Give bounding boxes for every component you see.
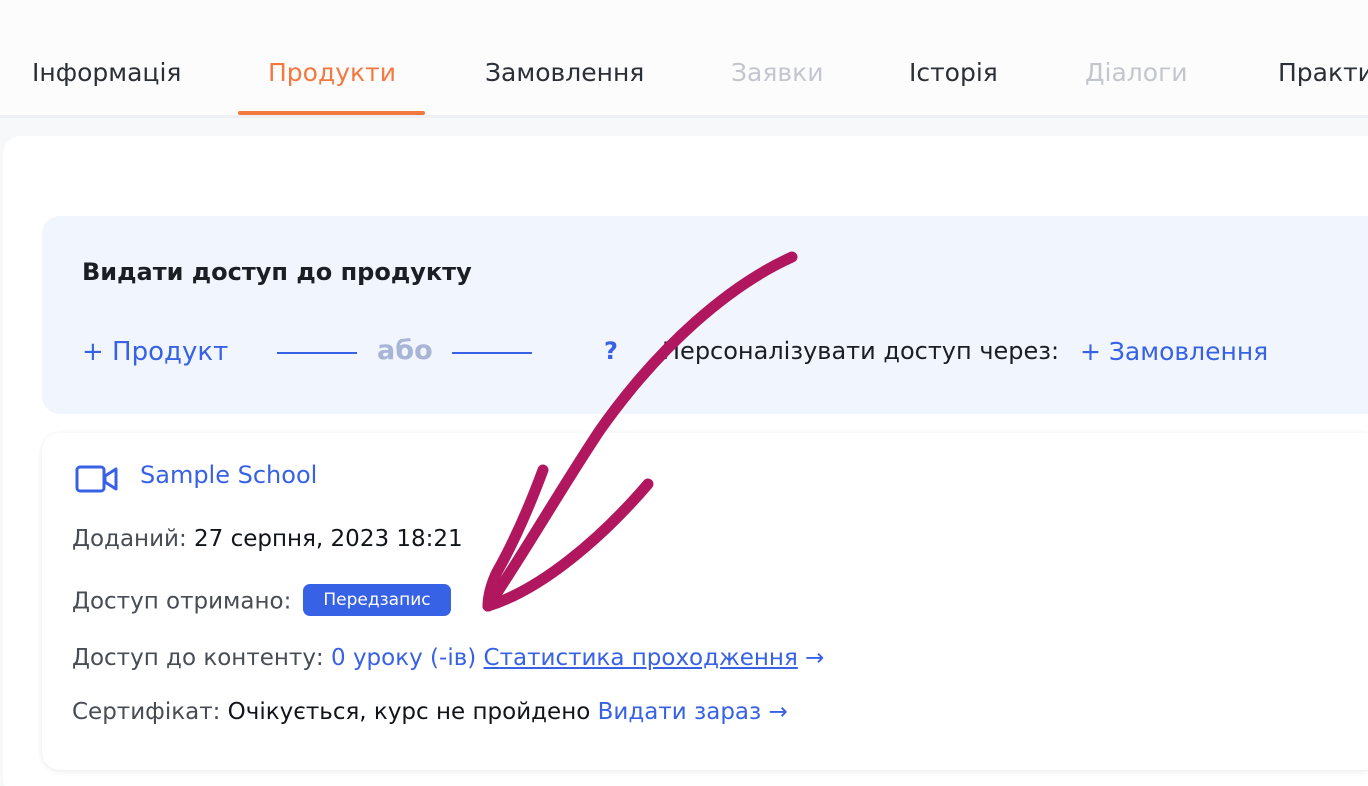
- grant-access-title: Видати доступ до продукту: [82, 258, 472, 286]
- access-row: Доступ отримано: Передзапис: [72, 584, 451, 618]
- tab-dialogs[interactable]: Діалоги: [1085, 56, 1187, 90]
- stats-arrow-icon[interactable]: →: [805, 645, 824, 671]
- help-icon[interactable]: ?: [604, 337, 618, 365]
- tab-info[interactable]: Інформація: [32, 56, 181, 90]
- added-row: Доданий: 27 серпня, 2023 18:21: [72, 526, 463, 552]
- active-tab-indicator: [238, 111, 425, 115]
- issue-certificate-link[interactable]: Видати зараз: [598, 699, 762, 725]
- certificate-label: Сертифікат:: [72, 699, 221, 725]
- or-divider-text: або: [377, 335, 433, 366]
- or-divider-left: [277, 352, 357, 354]
- tab-requests[interactable]: Заявки: [731, 56, 823, 90]
- tab-bar: Інформація Продукти Замовлення Заявки Іс…: [0, 0, 1368, 118]
- stats-link[interactable]: Статистика проходження: [484, 645, 798, 671]
- tab-orders[interactable]: Замовлення: [485, 56, 644, 90]
- grant-access-panel: [42, 216, 1368, 414]
- content-lessons-link[interactable]: 0 уроку (-ів): [331, 645, 476, 671]
- added-value: 27 серпня, 2023 18:21: [194, 526, 463, 552]
- issue-certificate-arrow-icon[interactable]: →: [769, 699, 788, 725]
- personalize-access-label: Персоналізувати доступ через:: [662, 337, 1060, 365]
- tab-products[interactable]: Продукти: [268, 56, 396, 90]
- or-divider-right: [452, 352, 532, 354]
- tab-history[interactable]: Історія: [909, 56, 998, 90]
- access-status-badge: Передзапис: [303, 584, 451, 616]
- add-order-link[interactable]: + Замовлення: [1080, 337, 1268, 366]
- add-product-link[interactable]: + Продукт: [82, 337, 228, 367]
- content-row: Доступ до контенту: 0 уроку (-ів) Статис…: [72, 645, 824, 671]
- product-name-link[interactable]: Sample School: [140, 461, 317, 489]
- content-label: Доступ до контенту:: [72, 645, 324, 671]
- access-label: Доступ отримано:: [72, 588, 292, 615]
- certificate-row: Сертифікат: Очікується, курс не пройдено…: [72, 699, 788, 725]
- tab-practice[interactable]: Практи: [1278, 56, 1368, 90]
- video-camera-icon[interactable]: [75, 462, 119, 496]
- page: Інформація Продукти Замовлення Заявки Іс…: [0, 0, 1368, 786]
- added-label: Доданий:: [72, 526, 187, 552]
- certificate-status: Очікується, курс не пройдено: [227, 699, 591, 725]
